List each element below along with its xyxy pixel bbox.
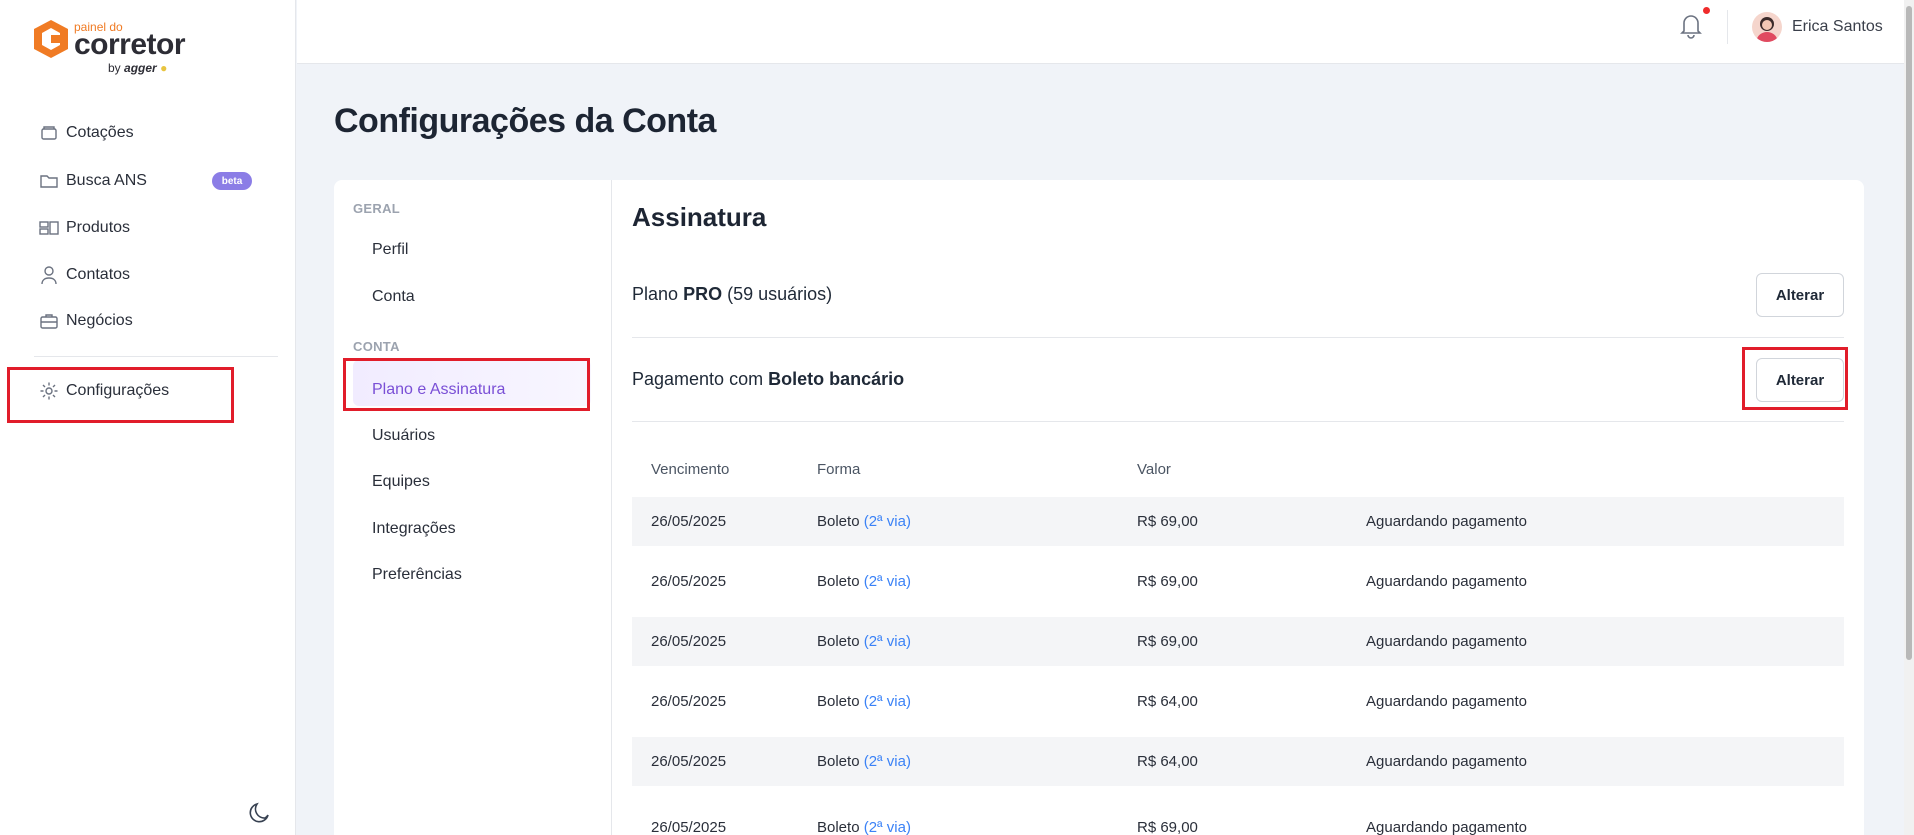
highlight-box-configuracoes xyxy=(7,367,234,423)
second-copy-link[interactable]: (2ª via) xyxy=(864,819,911,835)
cell-value: R$ 69,00 xyxy=(1137,513,1198,530)
logo-by: by agger ● xyxy=(108,61,168,75)
bell-icon[interactable] xyxy=(1676,10,1706,40)
cell-method: Boleto (2ª via) xyxy=(817,753,911,770)
divider xyxy=(632,337,1844,338)
second-copy-link[interactable]: (2ª via) xyxy=(864,513,911,530)
layout-icon xyxy=(38,217,60,239)
notification-dot xyxy=(1703,7,1710,14)
sidebar-item-negocios[interactable]: Negócios xyxy=(38,306,133,336)
cell-status: Aguardando pagamento xyxy=(1366,693,1527,710)
second-copy-link[interactable]: (2ª via) xyxy=(864,573,911,590)
cell-value: R$ 69,00 xyxy=(1137,573,1198,590)
cell-status: Aguardando pagamento xyxy=(1366,573,1527,590)
table-row: 26/05/2025 Boleto (2ª via) R$ 64,00 Agua… xyxy=(632,677,1844,726)
sidebar-item-label: Cotações xyxy=(66,124,134,141)
cell-due: 26/05/2025 xyxy=(651,513,727,530)
plan-info: Plano PRO (59 usuários) xyxy=(632,284,833,304)
sidebar-item-label: Negócios xyxy=(66,312,133,329)
settings-nav: GERAL Perfil Conta CONTA Plano e Assinat… xyxy=(334,180,612,835)
sidebar-item-produtos[interactable]: Produtos xyxy=(38,213,130,243)
sidebar-divider xyxy=(34,356,278,357)
folder-icon xyxy=(38,170,60,192)
change-plan-button[interactable]: Alterar xyxy=(1756,273,1844,317)
cell-method: Boleto (2ª via) xyxy=(817,819,911,835)
cell-value: R$ 69,00 xyxy=(1137,819,1198,835)
cell-due: 26/05/2025 xyxy=(651,753,727,770)
cell-status: Aguardando pagamento xyxy=(1366,513,1527,530)
second-copy-link[interactable]: (2ª via) xyxy=(864,633,911,650)
sidebar-item-label: Contatos xyxy=(66,266,131,283)
table-row: 26/05/2025 Boleto (2ª via) R$ 64,00 Agua… xyxy=(632,737,1844,786)
cell-status: Aguardando pagamento xyxy=(1366,633,1527,650)
sidebar-item-busca-ans[interactable]: Busca ANS xyxy=(38,166,147,196)
table-row: 26/05/2025 Boleto (2ª via) R$ 69,00 Agua… xyxy=(632,617,1844,666)
moon-icon[interactable] xyxy=(248,798,274,824)
settings-group-geral: GERAL xyxy=(353,201,400,216)
cell-due: 26/05/2025 xyxy=(651,573,727,590)
table-row: 26/05/2025 Boleto (2ª via) R$ 69,00 Agua… xyxy=(632,797,1844,835)
divider xyxy=(632,421,1844,422)
header-divider xyxy=(1727,10,1728,44)
column-header-vencimento: Vencimento xyxy=(651,461,730,478)
briefcase-icon xyxy=(38,310,60,332)
column-header-forma: Forma xyxy=(817,461,861,478)
app-logo[interactable]: painel do corretor by agger ● xyxy=(30,16,186,78)
cell-method: Boleto (2ª via) xyxy=(817,573,911,590)
avatar[interactable] xyxy=(1752,12,1782,42)
cell-value: R$ 64,00 xyxy=(1137,693,1198,710)
cell-method: Boleto (2ª via) xyxy=(817,513,911,530)
cell-status: Aguardando pagamento xyxy=(1366,753,1527,770)
sidebar-item-cotacoes[interactable]: Cotações xyxy=(38,118,134,148)
settings-item-usuarios[interactable]: Usuários xyxy=(372,427,435,445)
settings-item-equipes[interactable]: Equipes xyxy=(372,473,430,491)
beta-badge: beta xyxy=(212,172,252,190)
cell-due: 26/05/2025 xyxy=(651,819,727,835)
sidebar-item-label: Busca ANS xyxy=(66,172,147,189)
settings-item-conta[interactable]: Conta xyxy=(372,288,415,306)
settings-item-perfil[interactable]: Perfil xyxy=(372,241,408,259)
box-icon xyxy=(38,122,60,144)
scrollbar-thumb[interactable] xyxy=(1906,6,1912,660)
cell-due: 26/05/2025 xyxy=(651,633,727,650)
cell-status: Aguardando pagamento xyxy=(1366,819,1527,835)
highlight-box-payment xyxy=(1742,347,1848,410)
settings-item-preferencias[interactable]: Preferências xyxy=(372,566,462,584)
sidebar-item-contatos[interactable]: Contatos xyxy=(38,260,130,290)
cell-method: Boleto (2ª via) xyxy=(817,633,911,650)
second-copy-link[interactable]: (2ª via) xyxy=(864,753,911,770)
payment-info: Pagamento com Boleto bancário xyxy=(632,369,905,389)
highlight-box-plano xyxy=(343,358,590,411)
user-icon xyxy=(38,264,60,286)
table-row: 26/05/2025 Boleto (2ª via) R$ 69,00 Agua… xyxy=(632,497,1844,546)
cell-method: Boleto (2ª via) xyxy=(817,693,911,710)
second-copy-link[interactable]: (2ª via) xyxy=(864,693,911,710)
section-title: Assinatura xyxy=(632,202,767,232)
logo-mark-icon xyxy=(34,20,68,58)
cell-value: R$ 64,00 xyxy=(1137,753,1198,770)
settings-item-integracoes[interactable]: Integrações xyxy=(372,520,456,538)
cell-value: R$ 69,00 xyxy=(1137,633,1198,650)
logo-wordmark: corretor xyxy=(74,28,186,61)
table-row: 26/05/2025 Boleto (2ª via) R$ 69,00 Agua… xyxy=(632,557,1844,606)
settings-group-conta: CONTA xyxy=(353,339,400,354)
column-header-valor: Valor xyxy=(1137,461,1171,478)
page-title: Configurações da Conta xyxy=(334,102,716,140)
sidebar: painel do corretor by agger ● Cotações B… xyxy=(0,0,296,835)
top-bar xyxy=(297,0,1914,64)
cell-due: 26/05/2025 xyxy=(651,693,727,710)
user-name[interactable]: Erica Santos xyxy=(1792,18,1883,36)
sidebar-item-label: Produtos xyxy=(66,219,131,236)
